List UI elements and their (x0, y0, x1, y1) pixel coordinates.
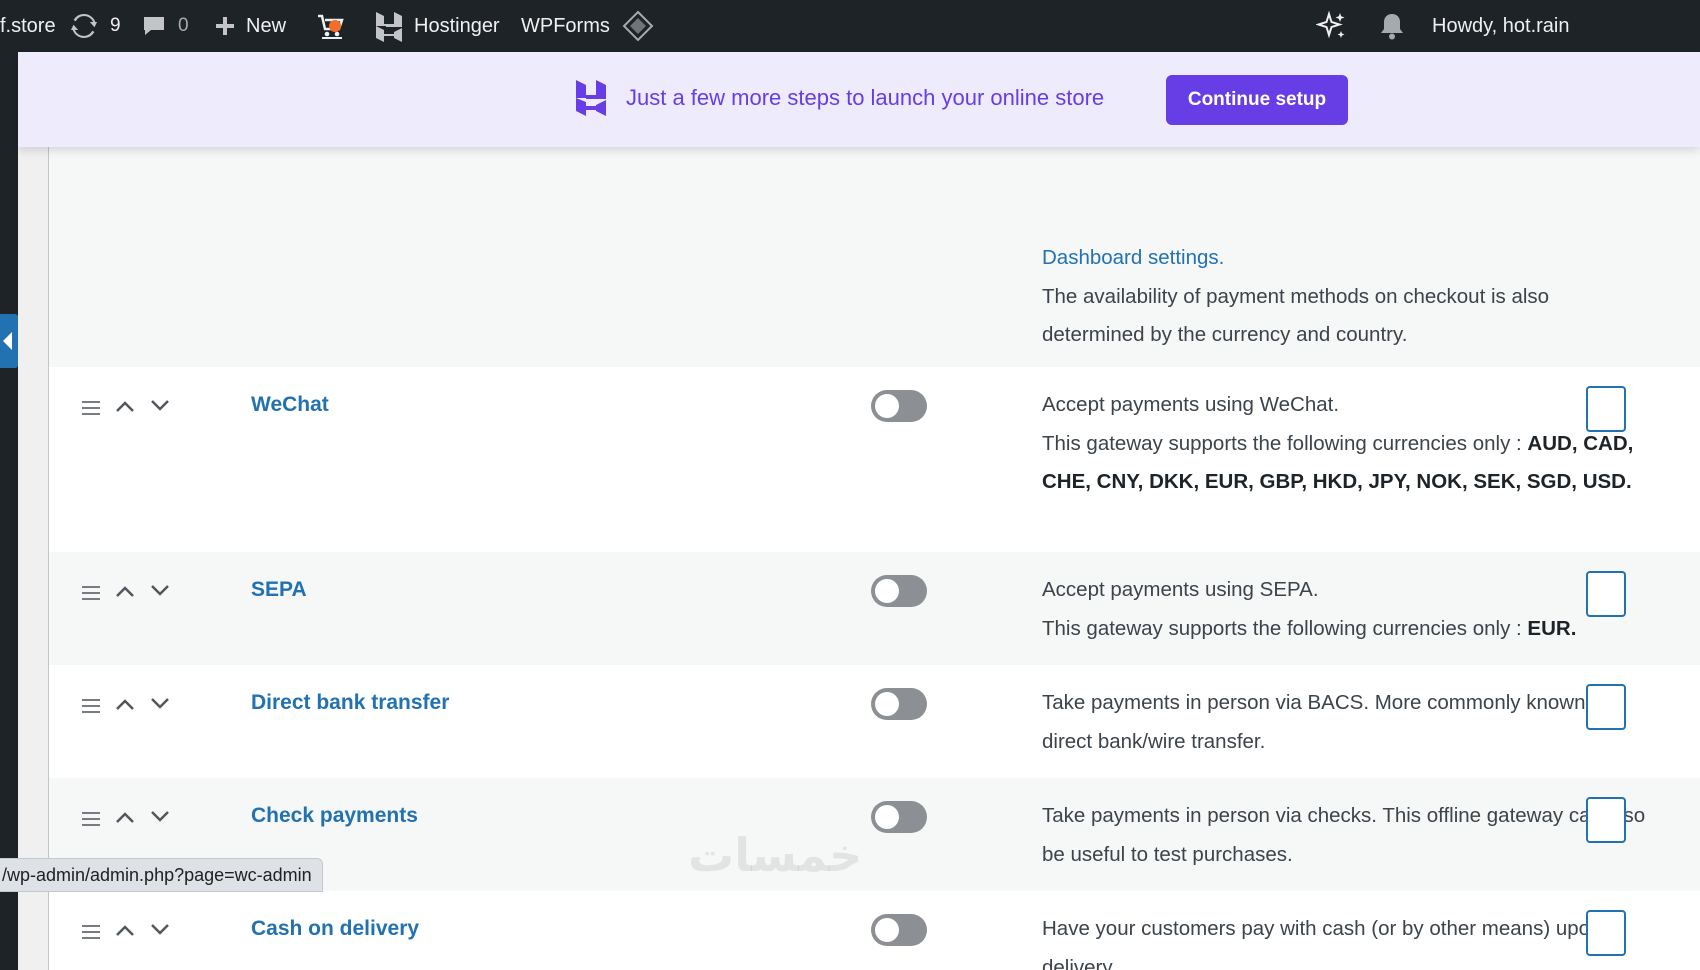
site-name-link[interactable]: f.store (0, 0, 56, 52)
sparkles-icon (1316, 10, 1348, 42)
row-description: Dashboard settings. The availability of … (1042, 239, 1652, 355)
payment-method-name[interactable]: SEPA (251, 578, 307, 602)
manage-button[interactable] (1586, 684, 1626, 730)
drag-handle-icon[interactable] (82, 699, 100, 713)
my-account-link[interactable]: Howdy, hot.rain (1432, 0, 1569, 52)
admin-bar: f.store 9 0 New Hostinger WPForms Howdy,… (0, 0, 1700, 52)
banner-message: Just a few more steps to launch your onl… (626, 85, 1105, 110)
enable-toggle[interactable] (871, 801, 927, 833)
hostinger-logo-icon (374, 10, 404, 42)
table-row: WeChat Accept payments using WeChat. Thi… (49, 367, 1700, 552)
move-down-icon[interactable] (150, 400, 170, 412)
dashboard-settings-link[interactable]: Dashboard settings. (1042, 246, 1224, 269)
description-line: Accept payments using WeChat. (1042, 393, 1340, 416)
updates-link[interactable]: 9 (70, 0, 121, 52)
notifications-link[interactable] (1378, 0, 1406, 52)
new-content-link[interactable]: New (214, 0, 286, 52)
move-up-icon[interactable] (115, 698, 135, 710)
table-row: Direct bank transfer Take payments in pe… (49, 665, 1700, 778)
comments-link[interactable]: 0 (142, 0, 189, 52)
manage-button[interactable] (1586, 386, 1626, 432)
move-up-icon[interactable] (115, 585, 135, 597)
move-down-icon[interactable] (150, 585, 170, 597)
move-down-icon[interactable] (150, 811, 170, 823)
payment-method-description: Accept payments using WeChat. This gatew… (1042, 386, 1652, 502)
enable-toggle[interactable] (871, 688, 927, 720)
drag-handle-icon[interactable] (82, 401, 100, 415)
description-line: Accept payments using SEPA. (1042, 578, 1319, 601)
payment-method-name[interactable]: Check payments (251, 804, 418, 828)
admin-menu-strip (0, 52, 18, 970)
payment-method-name[interactable]: Direct bank transfer (251, 691, 449, 715)
updates-icon (70, 13, 98, 39)
drag-handle-icon[interactable] (82, 586, 100, 600)
move-down-icon[interactable] (150, 698, 170, 710)
wpforms-label: WPForms (521, 14, 610, 37)
site-name-label: f.store (0, 14, 56, 37)
woocommerce-cart-link[interactable] (316, 0, 346, 52)
ai-assistant-link[interactable] (1316, 0, 1348, 52)
payment-method-description: Accept payments using SEPA. This gateway… (1042, 571, 1652, 648)
table-row: Cash on delivery Have your customers pay… (49, 891, 1700, 970)
payment-method-description: Take payments in person via BACS. More c… (1042, 691, 1613, 753)
diamond-icon (622, 10, 654, 42)
hostinger-menu[interactable]: Hostinger (374, 0, 500, 52)
table-row: SEPA Accept payments using SEPA. This ga… (49, 552, 1700, 665)
payment-method-description: Have your customers pay with cash (or by… (1042, 917, 1602, 970)
move-up-icon[interactable] (115, 924, 135, 936)
enable-toggle[interactable] (871, 914, 927, 946)
drag-handle-icon[interactable] (82, 925, 100, 939)
new-label: New (246, 14, 287, 37)
howdy-label: Howdy, hot.rain (1432, 14, 1570, 37)
collapse-menu-tab[interactable] (0, 314, 18, 368)
wpforms-menu[interactable]: WPForms (521, 0, 610, 52)
move-down-icon[interactable] (150, 924, 170, 936)
drag-handle-icon[interactable] (82, 812, 100, 826)
enable-toggle[interactable] (871, 575, 927, 607)
payment-method-description: Take payments in person via checks. This… (1042, 804, 1646, 866)
setup-banner: Just a few more steps to launch your onl… (18, 52, 1700, 147)
bell-icon (1378, 11, 1406, 41)
manage-button[interactable] (1586, 797, 1626, 843)
hostinger-logo-icon (573, 78, 609, 123)
payment-methods-table: Dashboard settings. The availability of … (48, 52, 1700, 970)
currency-list: EUR. (1527, 616, 1577, 640)
plus-icon (214, 15, 236, 37)
comments-count: 0 (178, 15, 189, 36)
diamond-plugin-link[interactable] (622, 0, 654, 52)
status-bar-url: /wp-admin/admin.php?page=wc-admin (0, 858, 323, 892)
move-up-icon[interactable] (115, 400, 135, 412)
cart-badge-icon (329, 20, 341, 32)
availability-note: The availability of payment methods on c… (1042, 284, 1550, 347)
watermark: خمسات (688, 828, 863, 882)
payment-method-name[interactable]: WeChat (251, 393, 329, 417)
currency-note: This gateway supports the following curr… (1042, 431, 1528, 455)
cart-icon (316, 11, 346, 41)
manage-button[interactable] (1586, 910, 1626, 956)
continue-setup-button[interactable]: Continue setup (1166, 75, 1348, 125)
currency-note: This gateway supports the following curr… (1042, 616, 1528, 640)
updates-count: 9 (110, 15, 121, 36)
payment-method-name[interactable]: Cash on delivery (251, 917, 419, 941)
manage-button[interactable] (1586, 571, 1626, 617)
move-up-icon[interactable] (115, 811, 135, 823)
comment-icon (142, 14, 166, 38)
hostinger-label: Hostinger (414, 14, 500, 37)
enable-toggle[interactable] (871, 390, 927, 422)
